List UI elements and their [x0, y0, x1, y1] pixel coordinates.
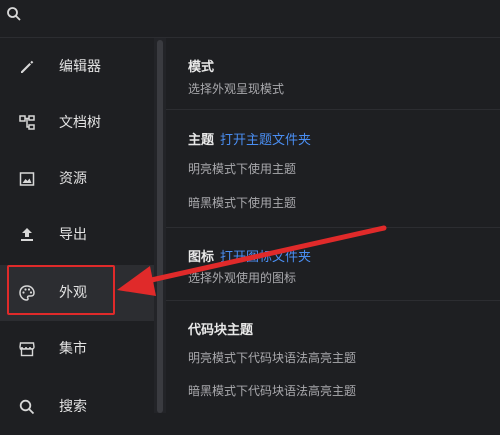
sidebar-item-label: 搜索 — [59, 399, 87, 415]
divider — [166, 227, 500, 228]
sidebar-item-editor[interactable]: 编辑器 — [0, 39, 154, 95]
sidebar-item-label: 导出 — [59, 227, 87, 243]
theme-title: 主题 打开主题文件夹 — [188, 129, 311, 148]
sidebar-item-label: 文档树 — [59, 115, 101, 131]
codeblock-dark-label: 暗黑模式下代码块语法高亮主题 — [188, 384, 357, 398]
codeblock-title: 代码块主题 — [188, 323, 254, 338]
icon-title: 图标 打开图标文件夹 — [188, 246, 311, 265]
store-icon — [18, 340, 36, 358]
sidebar-item-label: 集市 — [59, 341, 87, 357]
upload-icon — [18, 226, 36, 244]
sidebar-item-search[interactable]: 搜索 — [0, 379, 154, 435]
divider — [166, 109, 500, 110]
icon-desc: 选择外观使用的图标 — [188, 271, 297, 285]
sidebar-scrollbar-thumb[interactable] — [157, 40, 163, 413]
divider — [166, 300, 500, 301]
open-icon-folder-link[interactable]: 打开图标文件夹 — [220, 250, 311, 265]
codeblock-light-label: 明亮模式下代码块语法高亮主题 — [188, 351, 357, 365]
settings-sidebar: 编辑器 文档树 资源 导出 外观 集市 搜索 — [0, 38, 154, 415]
sidebar-item-doctree[interactable]: 文档树 — [0, 95, 154, 151]
theme-dark-label: 暗黑模式下使用主题 — [188, 196, 297, 210]
highlight-box — [7, 265, 115, 315]
sidebar-item-export[interactable]: 导出 — [0, 207, 154, 263]
tree-icon — [18, 114, 36, 132]
icon-title-text: 图标 — [188, 250, 215, 265]
top-search-bar[interactable] — [0, 0, 500, 38]
search-icon — [18, 398, 36, 416]
sidebar-item-assets[interactable]: 资源 — [0, 151, 154, 207]
sidebar-item-label: 编辑器 — [59, 59, 101, 75]
sidebar-item-label: 资源 — [59, 171, 87, 187]
image-icon — [18, 170, 36, 188]
mode-desc: 选择外观呈现模式 — [188, 82, 285, 96]
theme-light-label: 明亮模式下使用主题 — [188, 162, 297, 176]
pencil-icon — [18, 58, 36, 76]
search-icon[interactable] — [6, 6, 22, 22]
appearance-settings-panel: 模式 选择外观呈现模式 主题 打开主题文件夹 明亮模式下使用主题 暗黑模式下使用主… — [166, 38, 500, 413]
mode-title: 模式 — [188, 60, 215, 75]
sidebar-item-marketplace[interactable]: 集市 — [0, 321, 154, 377]
theme-title-text: 主题 — [188, 133, 215, 148]
open-theme-folder-link[interactable]: 打开主题文件夹 — [220, 133, 311, 148]
